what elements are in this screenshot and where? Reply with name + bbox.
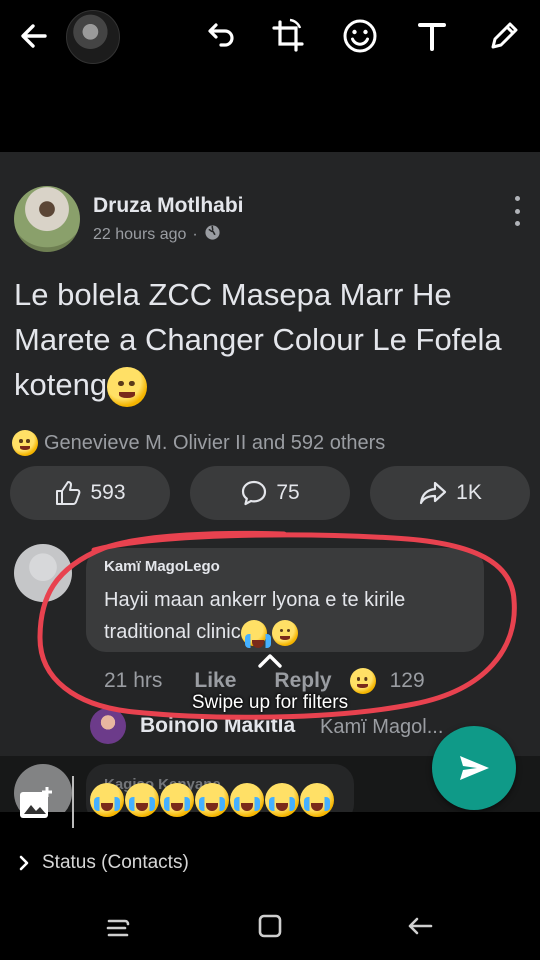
reply-preview: Kamï Magol... bbox=[320, 716, 444, 738]
home-icon[interactable] bbox=[252, 908, 288, 944]
commenter-name: Kamï MagoLego bbox=[104, 558, 220, 575]
editor-toolbar bbox=[0, 0, 540, 150]
post-meta: 22 hours ago · bbox=[93, 224, 221, 246]
text-icon[interactable] bbox=[410, 14, 454, 58]
comment-icon bbox=[242, 480, 267, 506]
comment-reaction-count: 129 bbox=[389, 669, 425, 692]
swipe-up-caret-icon bbox=[258, 654, 282, 668]
back-arrow-icon[interactable] bbox=[12, 14, 56, 58]
comment-like-link: Like bbox=[194, 669, 237, 692]
rolling-laughing-icon bbox=[195, 783, 229, 817]
crop-rotate-icon[interactable] bbox=[266, 14, 310, 58]
pencil-icon[interactable] bbox=[482, 14, 526, 58]
like-button: 593 bbox=[10, 466, 170, 520]
post-text-content: Le bolela ZCC Masepa Marr He Marete a Ch… bbox=[14, 277, 502, 402]
haha-reaction-icon bbox=[12, 430, 38, 456]
rolling-laughing-icon bbox=[300, 783, 334, 817]
contact-avatar[interactable] bbox=[66, 10, 120, 64]
status-audience-selector[interactable]: Status (Contacts) bbox=[18, 852, 189, 874]
rolling-laughing-icon bbox=[230, 783, 264, 817]
system-nav-bar bbox=[0, 890, 540, 960]
more-options-icon bbox=[510, 196, 524, 226]
add-image-icon[interactable] bbox=[18, 786, 54, 822]
comment-actions: 21 hrs Like Reply 129 bbox=[104, 668, 425, 694]
meta-separator: · bbox=[192, 226, 198, 243]
undo-icon[interactable] bbox=[198, 14, 242, 58]
rolling-laughing-icon bbox=[160, 783, 194, 817]
smirk-emoji-icon bbox=[107, 366, 148, 407]
like-count: 593 bbox=[90, 481, 126, 504]
comment-button: 75 bbox=[190, 466, 350, 520]
crying-face-icon bbox=[125, 783, 159, 817]
face-emoji-icon bbox=[272, 619, 299, 646]
tears-of-joy-emoji-icon bbox=[240, 619, 271, 648]
rolling-laughing-icon bbox=[265, 783, 299, 817]
caption-input[interactable] bbox=[90, 783, 334, 817]
comment-count: 75 bbox=[276, 481, 300, 504]
globe-icon bbox=[204, 224, 221, 246]
caption-divider bbox=[72, 776, 74, 828]
thumbs-up-icon bbox=[56, 481, 81, 505]
author-name: Druza Motlhabi bbox=[93, 194, 244, 217]
recent-apps-icon[interactable] bbox=[100, 908, 136, 944]
share-icon bbox=[420, 481, 447, 505]
author-avatar bbox=[14, 186, 80, 252]
comment-time: 21 hrs bbox=[104, 669, 163, 692]
chevron-right-icon bbox=[19, 855, 29, 871]
comment-reply-link: Reply bbox=[274, 669, 332, 692]
post-actions: 593 75 1K bbox=[10, 466, 530, 520]
status-label: Status (Contacts) bbox=[42, 852, 189, 873]
post-time: 22 hours ago bbox=[93, 226, 187, 243]
reactions-text: Genevieve M. Olivier II and 592 others bbox=[44, 431, 386, 454]
send-icon bbox=[460, 756, 489, 780]
crying-face-icon bbox=[90, 783, 124, 817]
reply-author: Boinolo Makitla bbox=[140, 714, 296, 737]
back-icon[interactable] bbox=[402, 908, 438, 944]
share-count: 1K bbox=[456, 481, 482, 504]
post-text: Le bolela ZCC Masepa Marr He Marete a Ch… bbox=[14, 272, 529, 407]
swipe-hint: Swipe up for filters bbox=[191, 692, 349, 713]
comment-text: Hayii maan ankerr lyona e te kirile trad… bbox=[104, 584, 474, 648]
commenter-avatar bbox=[14, 544, 72, 602]
haha-reaction-icon bbox=[349, 668, 376, 694]
send-button[interactable] bbox=[432, 726, 516, 810]
emoji-icon[interactable] bbox=[338, 14, 382, 58]
reactions-summary: Genevieve M. Olivier II and 592 others bbox=[12, 430, 385, 456]
share-button: 1K bbox=[370, 466, 530, 520]
